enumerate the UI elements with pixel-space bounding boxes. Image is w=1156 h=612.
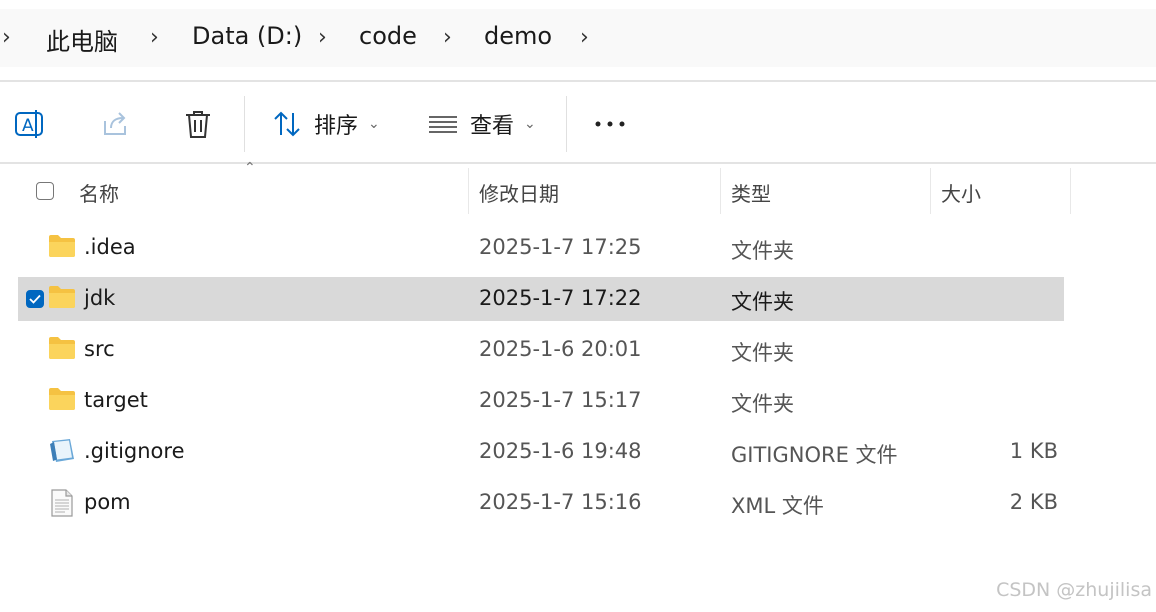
column-type[interactable]: 类型 — [731, 178, 771, 207]
breadcrumb-item-this-pc[interactable]: 此电脑 — [46, 22, 118, 57]
select-all-checkbox[interactable] — [36, 182, 54, 200]
trash-icon — [186, 111, 210, 138]
file-row-target[interactable]: target 2025-1-7 15:17 文件夹 — [18, 379, 1064, 423]
breadcrumb-item-demo[interactable]: demo — [484, 22, 552, 50]
folder-icon — [49, 235, 75, 257]
share-icon — [104, 112, 126, 135]
file-name: .gitignore — [84, 439, 185, 463]
file-name: .idea — [84, 235, 136, 259]
chevron-right-icon[interactable]: › — [318, 25, 327, 50]
file-type: 文件夹 — [731, 239, 794, 263]
list-view-icon — [429, 116, 457, 133]
column-divider[interactable] — [468, 168, 469, 214]
more-options-button[interactable] — [594, 104, 626, 144]
file-type: GITIGNORE 文件 — [731, 443, 898, 467]
row-checkbox[interactable] — [26, 290, 44, 308]
file-date: 2025-1-7 15:16 — [479, 490, 642, 514]
notepad-icon — [50, 439, 74, 462]
sort-label: 排序 — [314, 114, 359, 139]
column-divider[interactable] — [930, 168, 931, 214]
file-name: pom — [84, 490, 131, 514]
file-row-jdk[interactable]: jdk 2025-1-7 17:22 文件夹 — [18, 277, 1064, 321]
sort-button[interactable]: 排序 ⌄ — [272, 104, 380, 144]
rename-button[interactable]: A — [14, 104, 46, 144]
toolbar-divider — [244, 96, 245, 152]
toolbar-divider — [566, 96, 567, 152]
file-name: src — [84, 337, 115, 361]
column-size[interactable]: 大小 — [941, 178, 981, 207]
chevron-right-icon[interactable]: › — [150, 25, 159, 50]
file-name: jdk — [84, 286, 116, 310]
column-divider[interactable] — [1070, 168, 1071, 214]
file-date: 2025-1-6 20:01 — [479, 337, 642, 361]
file-size: 1 KB — [1009, 439, 1058, 463]
more-icon — [595, 121, 625, 127]
folder-icon — [49, 286, 75, 308]
column-name[interactable]: 名称 — [79, 178, 119, 207]
breadcrumb-item-drive[interactable]: Data (D:) — [192, 22, 302, 50]
file-row-pom[interactable]: pom 2025-1-7 15:16 XML 文件 2 KB — [18, 481, 1064, 525]
sort-icon — [274, 111, 300, 137]
document-icon — [51, 489, 73, 517]
sort-ascending-icon: ⌃ — [244, 160, 256, 176]
svg-text:A: A — [22, 116, 34, 136]
file-type: 文件夹 — [731, 290, 794, 314]
command-bar: A 排序 ⌄ 查看 ⌄ — [0, 82, 1156, 164]
file-type: 文件夹 — [731, 392, 794, 416]
column-date[interactable]: 修改日期 — [479, 178, 559, 207]
breadcrumb-item-code[interactable]: code — [359, 22, 417, 50]
divider — [0, 162, 1156, 164]
watermark: CSDN @zhujilisa — [996, 579, 1152, 601]
file-type: 文件夹 — [731, 341, 794, 365]
file-date: 2025-1-7 17:22 — [479, 286, 642, 310]
chevron-down-icon: ⌄ — [368, 116, 380, 132]
chevron-right-icon[interactable]: › — [443, 25, 452, 50]
file-name: target — [84, 388, 148, 412]
view-label: 查看 — [470, 114, 515, 139]
rename-icon: A — [15, 110, 43, 138]
chevron-down-icon: ⌄ — [524, 116, 536, 132]
folder-icon — [49, 337, 75, 359]
folder-icon — [49, 388, 75, 410]
file-date: 2025-1-7 15:17 — [479, 388, 642, 412]
file-type: XML 文件 — [731, 494, 824, 518]
delete-button[interactable] — [184, 104, 212, 144]
breadcrumb: › 此电脑 › Data (D:) › code › demo › — [0, 9, 1156, 67]
file-row-gitignore[interactable]: .gitignore 2025-1-6 19:48 GITIGNORE 文件 1… — [18, 430, 1064, 474]
chevron-right-icon[interactable]: › — [2, 25, 11, 50]
file-row-idea[interactable]: .idea 2025-1-7 17:25 文件夹 — [18, 226, 1064, 270]
file-date: 2025-1-6 19:48 — [479, 439, 642, 463]
column-header: ⌃ 名称 修改日期 类型 大小 — [0, 160, 1156, 216]
column-divider[interactable] — [720, 168, 721, 214]
chevron-right-icon[interactable]: › — [580, 25, 589, 50]
share-button[interactable] — [100, 104, 130, 144]
file-row-src[interactable]: src 2025-1-6 20:01 文件夹 — [18, 328, 1064, 372]
file-date: 2025-1-7 17:25 — [479, 235, 642, 259]
view-button[interactable]: 查看 ⌄ — [428, 104, 536, 144]
checkmark-icon — [29, 294, 41, 304]
file-size: 2 KB — [1009, 490, 1058, 514]
